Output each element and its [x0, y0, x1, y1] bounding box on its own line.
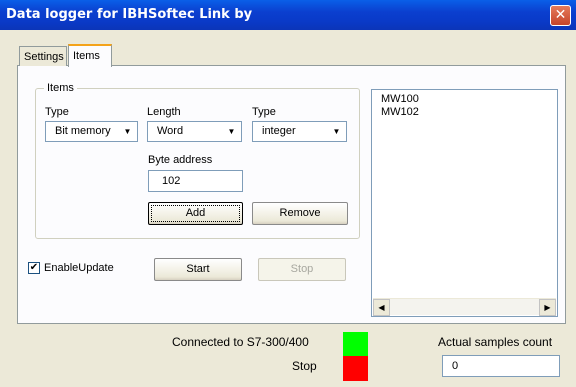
title-bar: Data logger for IBHSoftec Link by ✕	[0, 0, 576, 30]
list-item[interactable]: MW102	[381, 106, 419, 118]
run-state-indicator	[343, 356, 368, 381]
type-combo-value: Bit memory	[55, 125, 111, 137]
length-combo[interactable]: Word ▼	[147, 121, 242, 142]
remove-button[interactable]: Remove	[252, 202, 348, 225]
horizontal-scrollbar[interactable]: ◀ ▶	[373, 298, 556, 316]
connection-status-text: Connected to S7-300/400	[172, 335, 309, 349]
samples-count-value: 0	[452, 360, 459, 372]
byte-address-label: Byte address	[148, 154, 213, 166]
checkmark-icon: ✔	[29, 262, 39, 273]
data-type-label: Type	[252, 106, 276, 118]
length-combo-value: Word	[157, 125, 184, 137]
type-label: Type	[45, 106, 69, 118]
stop-button: Stop	[258, 258, 346, 281]
byte-address-value: 102	[162, 175, 181, 187]
focus-rect	[151, 205, 240, 222]
tab-settings[interactable]: Settings	[19, 46, 67, 66]
samples-count-label: Actual samples count	[438, 335, 553, 349]
add-button[interactable]: Add	[148, 202, 243, 225]
items-group-label: Items	[44, 82, 77, 94]
enable-update-checkbox[interactable]: ✔	[28, 262, 40, 274]
scroll-right-icon[interactable]: ▶	[539, 299, 556, 316]
close-button[interactable]: ✕	[550, 5, 571, 26]
tab-items[interactable]: Items	[68, 44, 112, 67]
connected-indicator	[343, 332, 368, 357]
close-icon: ✕	[554, 7, 567, 23]
data-type-combo-value: integer	[262, 125, 296, 137]
type-combo[interactable]: Bit memory ▼	[45, 121, 138, 142]
samples-count-field: 0	[442, 355, 560, 377]
chevron-down-icon[interactable]: ▼	[328, 123, 345, 140]
data-type-combo[interactable]: integer ▼	[252, 121, 347, 142]
list-item[interactable]: MW100	[381, 93, 419, 105]
length-label: Length	[147, 106, 181, 118]
items-listbox[interactable]: MW100 MW102 ◀ ▶	[371, 89, 558, 317]
enable-update-label[interactable]: EnableUpdate	[44, 262, 114, 274]
chevron-down-icon[interactable]: ▼	[119, 123, 136, 140]
scroll-left-icon[interactable]: ◀	[373, 299, 390, 316]
byte-address-input[interactable]: 102	[148, 170, 243, 192]
window-title: Data logger for IBHSoftec Link by	[6, 7, 253, 22]
start-button[interactable]: Start	[154, 258, 242, 281]
chevron-down-icon[interactable]: ▼	[223, 123, 240, 140]
run-state-text: Stop	[292, 359, 317, 373]
